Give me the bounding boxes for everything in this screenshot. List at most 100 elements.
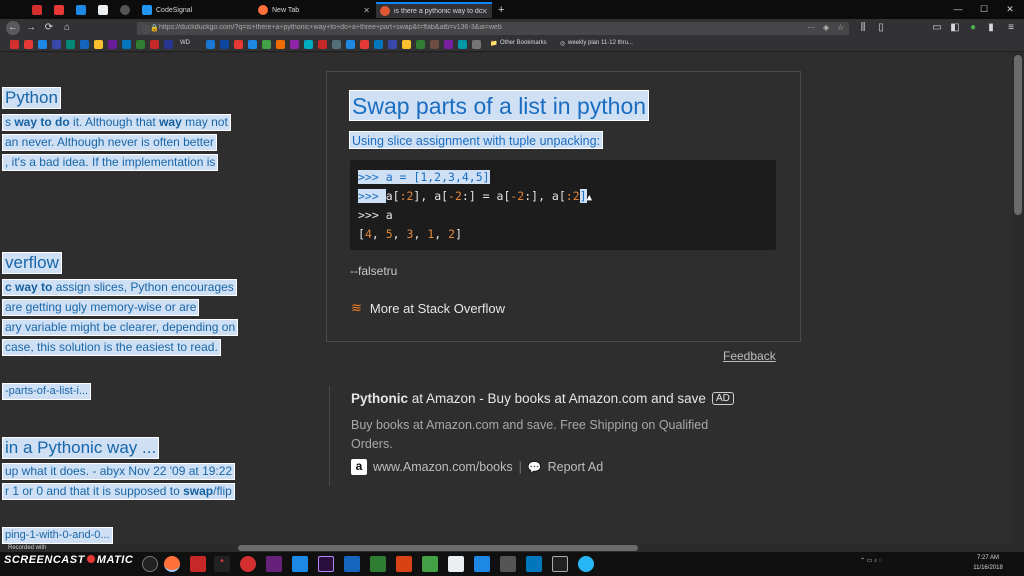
tab-1[interactable] <box>28 2 48 18</box>
tray-icons[interactable]: ⌃ ▭ ♪ ◌ <box>860 557 882 564</box>
lock-icon[interactable]: 🔒 <box>150 24 159 32</box>
vscode-icon[interactable] <box>292 556 308 572</box>
app-icon[interactable] <box>190 556 206 572</box>
extension-icon[interactable]: ▮ <box>984 21 998 35</box>
bookmark-icon[interactable] <box>52 40 61 49</box>
tab-codesignal[interactable]: CodeSignal <box>138 2 252 18</box>
result-title-3[interactable]: in a Pythonic way ... <box>2 437 160 459</box>
bookmark-icon[interactable] <box>444 40 453 49</box>
bookmark-icon[interactable] <box>206 40 215 49</box>
bookmark-other[interactable]: Other Bookmarks <box>500 40 547 46</box>
close-tab-icon[interactable]: ✕ <box>481 7 488 16</box>
vertical-scrollbar-thumb[interactable] <box>1014 55 1022 215</box>
ad-domain-link[interactable]: www.Amazon.com/books <box>373 460 513 474</box>
bookmark-icon[interactable] <box>122 40 131 49</box>
new-tab-button[interactable]: + <box>494 2 510 18</box>
app-icon[interactable] <box>500 556 516 572</box>
bookmark-icon[interactable] <box>220 40 229 49</box>
answer-title[interactable]: Swap parts of a list in python <box>349 90 650 121</box>
pocket-icon[interactable]: ◈ <box>823 23 829 32</box>
bookmark-icon[interactable] <box>234 40 243 49</box>
close-tab-icon[interactable]: ✕ <box>363 6 370 15</box>
library-icon[interactable]: ⫼ <box>856 21 870 35</box>
result-url-link[interactable]: ping-1-with-0-and-0... <box>2 527 113 544</box>
tab-5[interactable] <box>116 2 136 18</box>
bookmark-icon[interactable] <box>10 40 19 49</box>
bookmark-icon[interactable] <box>262 40 271 49</box>
bookmark-icon[interactable] <box>164 40 173 49</box>
app-icon[interactable] <box>552 556 568 572</box>
bookmark-icon[interactable] <box>150 40 159 49</box>
bookmark-star-icon[interactable]: ☆ <box>837 23 844 32</box>
steam-icon[interactable] <box>526 556 542 572</box>
word-icon[interactable] <box>344 556 360 572</box>
extension-icon[interactable]: ● <box>966 21 980 35</box>
excel-icon[interactable] <box>370 556 386 572</box>
info-icon[interactable]: ⓘ <box>142 24 150 35</box>
bookmark-weekly-plan[interactable]: weekly plan 11-12 thru... <box>568 40 633 46</box>
bookmark-icon[interactable] <box>346 40 355 49</box>
app-icon[interactable]: • <box>214 556 230 572</box>
bookmark-icon[interactable] <box>360 40 369 49</box>
bookmark-icon[interactable] <box>276 40 285 49</box>
addon-icon[interactable]: ◧ <box>948 21 962 35</box>
bookmark-icon[interactable] <box>472 40 481 49</box>
tab-new-tab[interactable]: New Tab ✕ <box>254 2 374 18</box>
bookmark-icon[interactable] <box>388 40 397 49</box>
tab-2[interactable] <box>50 2 70 18</box>
screenshot-icon[interactable]: ▭ <box>930 21 944 35</box>
app-icon[interactable] <box>578 556 594 572</box>
bookmark-folder-icon[interactable]: 📁 <box>490 40 497 47</box>
bookmark-icon[interactable] <box>430 40 439 49</box>
page-actions-icon[interactable]: ··· <box>807 23 815 32</box>
visual-studio-icon[interactable] <box>266 556 282 572</box>
reload-icon[interactable]: ⟳ <box>42 21 56 35</box>
app-icon[interactable] <box>422 556 438 572</box>
app-icon[interactable] <box>448 556 464 572</box>
clock-time[interactable]: 7:27 AM <box>955 555 1021 561</box>
bookmark-icon[interactable] <box>24 40 33 49</box>
close-window-button[interactable]: ✕ <box>998 2 1022 16</box>
bookmark-icon[interactable] <box>136 40 145 49</box>
back-icon[interactable]: ← <box>6 21 20 35</box>
menu-icon[interactable]: ≡ <box>1004 21 1018 35</box>
bookmark-icon[interactable] <box>416 40 425 49</box>
clock-date[interactable]: 11/16/2018 <box>955 565 1021 571</box>
result-title-2[interactable]: verflow <box>2 252 62 274</box>
bookmark-icon[interactable] <box>108 40 117 49</box>
app-icon[interactable] <box>240 556 256 572</box>
powerpoint-icon[interactable] <box>396 556 412 572</box>
bookmark-icon[interactable]: ◎ <box>560 40 565 47</box>
bookmark-icon[interactable] <box>80 40 89 49</box>
app-icon[interactable] <box>142 556 158 572</box>
bookmark-icon[interactable] <box>402 40 411 49</box>
minimize-button[interactable]: — <box>946 2 970 16</box>
bookmark-icon[interactable] <box>458 40 467 49</box>
bookmark-wd[interactable]: WD <box>180 40 190 46</box>
result-title-1[interactable]: Python <box>2 87 61 109</box>
bookmark-icon[interactable] <box>374 40 383 49</box>
home-icon[interactable]: ⌂ <box>60 21 74 35</box>
horizontal-scrollbar-thumb[interactable] <box>238 545 638 551</box>
bookmark-icon[interactable] <box>94 40 103 49</box>
address-bar[interactable]: ⓘ 🔒 https://duckduckgo.com/?q=is+there+a… <box>137 22 849 35</box>
bookmark-icon[interactable] <box>248 40 257 49</box>
bookmark-icon[interactable] <box>66 40 75 49</box>
tab-duckduckgo[interactable]: is there a pythonic way to do a...✕ <box>376 2 492 18</box>
sidebar-icon[interactable]: ▯ <box>874 21 888 35</box>
tab-4[interactable] <box>94 2 114 18</box>
bookmark-icon[interactable] <box>318 40 327 49</box>
bookmark-icon[interactable] <box>332 40 341 49</box>
more-at-stackoverflow-link[interactable]: ≋ More at Stack Overflow <box>351 300 505 316</box>
report-ad-link[interactable]: Report Ad <box>548 460 604 474</box>
bookmark-icon[interactable] <box>290 40 299 49</box>
bookmark-icon[interactable] <box>38 40 47 49</box>
url-text[interactable]: https://duckduckgo.com/?q=is+there+a+pyt… <box>159 24 799 31</box>
ad-title-link[interactable]: Pythonic at Amazon - Buy books at Amazon… <box>351 391 734 406</box>
result-url-link[interactable]: -parts-of-a-list-i... <box>2 383 92 400</box>
feedback-link[interactable]: Feedback <box>723 349 776 363</box>
app-icon[interactable] <box>474 556 490 572</box>
after-effects-icon[interactable] <box>318 556 334 572</box>
maximize-button[interactable]: ☐ <box>972 2 996 16</box>
bookmark-icon[interactable] <box>304 40 313 49</box>
